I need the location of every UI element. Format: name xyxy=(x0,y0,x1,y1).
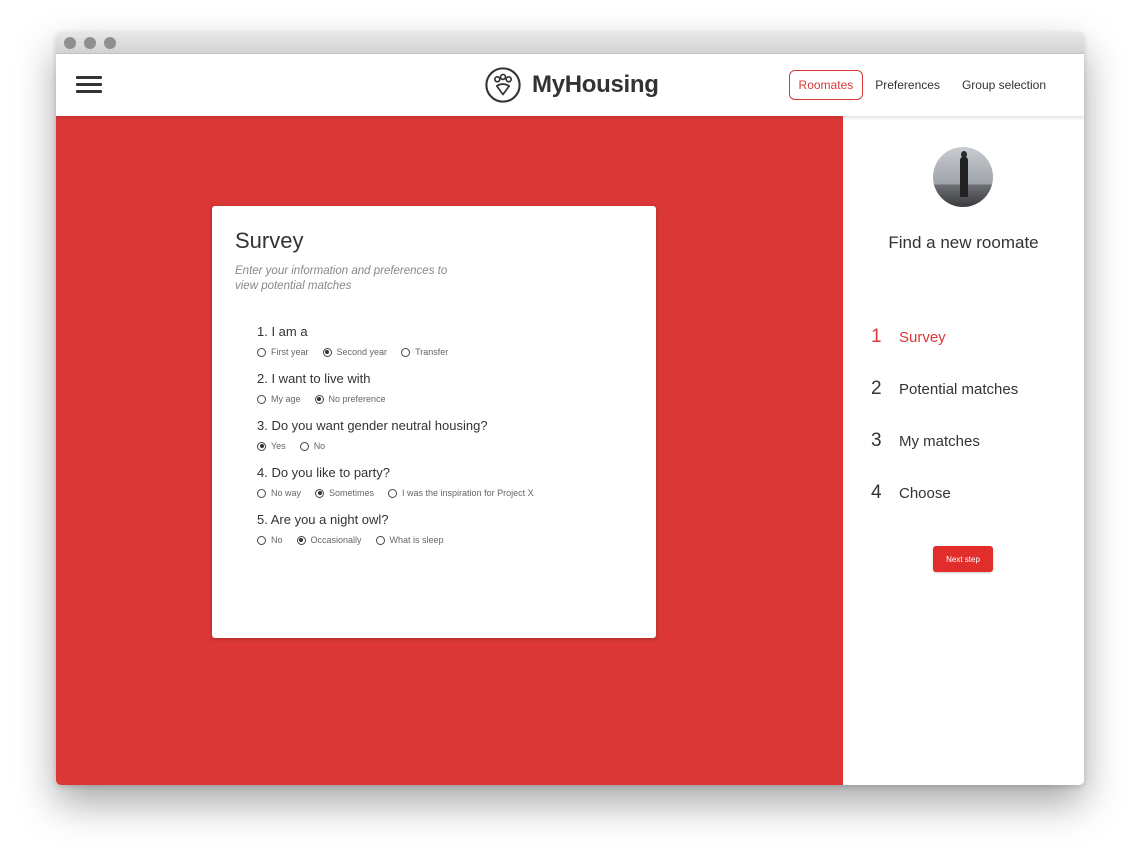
radio-option[interactable]: My age xyxy=(257,394,301,404)
survey-subtitle: Enter your information and preferences t… xyxy=(235,265,448,292)
nav-link-preferences[interactable]: Preferences xyxy=(865,70,950,100)
step-list: 1 Survey 2 Potential matches 3 My matche… xyxy=(871,311,1018,519)
radio-icon[interactable] xyxy=(375,535,385,545)
radio-icon[interactable] xyxy=(299,441,309,451)
survey-questions: 1. I am a First year Second year Transfe… xyxy=(257,324,548,559)
roomate-sidebar: Find a new roomate 1 Survey 2 Potential … xyxy=(843,116,1084,785)
radio-icon[interactable] xyxy=(257,347,266,357)
brand[interactable]: MyHousing xyxy=(484,65,659,105)
step-my-matches[interactable]: 3 My matches xyxy=(871,415,1018,467)
step-label: My matches xyxy=(899,432,980,450)
radio-option[interactable]: First year xyxy=(257,347,309,357)
radio-icon[interactable] xyxy=(401,347,411,357)
radio-icon[interactable] xyxy=(257,535,266,545)
step-label: Survey xyxy=(899,328,946,346)
top-navbar: MyHousing Roomates Preferences Group sel… xyxy=(56,54,1084,116)
avatar[interactable] xyxy=(933,147,993,207)
window-titlebar xyxy=(56,32,1084,54)
radio-option[interactable]: Transfer xyxy=(401,347,448,357)
radio-option[interactable]: Sometimes xyxy=(315,488,374,498)
question-label: 1. I am a xyxy=(257,324,308,339)
step-label: Choose xyxy=(899,484,951,502)
step-number: 4 xyxy=(871,482,882,503)
close-window-button[interactable] xyxy=(64,37,76,49)
radio-option[interactable]: No xyxy=(257,535,283,545)
survey-card: Survey Enter your information and prefer… xyxy=(212,206,656,638)
question-label: 5. Are you a night owl? xyxy=(257,512,389,527)
browser-window: MyHousing Roomates Preferences Group sel… xyxy=(56,32,1084,785)
brand-name: MyHousing xyxy=(532,71,659,98)
step-number: 3 xyxy=(871,430,882,451)
step-choose[interactable]: 4 Choose xyxy=(871,467,1018,519)
radio-checked-icon[interactable] xyxy=(257,441,266,451)
step-potential-matches[interactable]: 2 Potential matches xyxy=(871,363,1018,415)
survey-title: Survey xyxy=(235,228,304,253)
step-number: 1 xyxy=(871,326,882,347)
question-live-with: 2. I want to live with My age No prefere… xyxy=(257,371,548,404)
nav-links: Roomates Preferences Group selection xyxy=(787,70,1056,100)
radio-icon[interactable] xyxy=(257,488,266,498)
question-label: 2. I want to live with xyxy=(257,371,371,386)
next-step-button[interactable]: Next step xyxy=(933,546,993,572)
step-label: Potential matches xyxy=(899,380,1019,398)
radio-checked-icon[interactable] xyxy=(315,488,325,498)
radio-option[interactable]: No way xyxy=(257,488,301,498)
radio-checked-icon[interactable] xyxy=(322,347,332,357)
radio-option[interactable]: No xyxy=(299,441,325,451)
question-gender-neutral: 3. Do you want gender neutral housing? Y… xyxy=(257,418,548,451)
step-number: 2 xyxy=(871,378,882,399)
nav-link-group-selection[interactable]: Group selection xyxy=(952,70,1056,100)
question-label: 3. Do you want gender neutral housing? xyxy=(257,418,488,433)
question-night-owl: 5. Are you a night owl? No Occasionally … xyxy=(257,512,548,545)
hamburger-menu-icon[interactable] xyxy=(76,74,102,96)
radio-checked-icon[interactable] xyxy=(296,535,306,545)
paw-logo-icon xyxy=(485,67,521,103)
radio-option[interactable]: No preference xyxy=(314,394,386,404)
radio-checked-icon[interactable] xyxy=(314,394,324,404)
minimize-window-button[interactable] xyxy=(84,37,96,49)
maximize-window-button[interactable] xyxy=(104,37,116,49)
sidebar-title: Find a new roomate xyxy=(888,233,1039,252)
question-year: 1. I am a First year Second year Transfe… xyxy=(257,324,548,357)
nav-link-roomates[interactable]: Roomates xyxy=(788,70,864,100)
question-party: 4. Do you like to party? No way Sometime… xyxy=(257,465,548,498)
radio-option[interactable]: What is sleep xyxy=(375,535,444,545)
radio-option[interactable]: Yes xyxy=(257,441,286,451)
main-content: Survey Enter your information and prefer… xyxy=(56,116,843,785)
radio-option[interactable]: I was the inspiration for Project X xyxy=(388,488,534,498)
radio-option[interactable]: Occasionally xyxy=(296,535,362,545)
radio-option[interactable]: Second year xyxy=(322,347,387,357)
radio-icon[interactable] xyxy=(388,488,398,498)
step-survey[interactable]: 1 Survey xyxy=(871,311,1018,363)
question-label: 4. Do you like to party? xyxy=(257,465,390,480)
radio-icon[interactable] xyxy=(257,394,266,404)
